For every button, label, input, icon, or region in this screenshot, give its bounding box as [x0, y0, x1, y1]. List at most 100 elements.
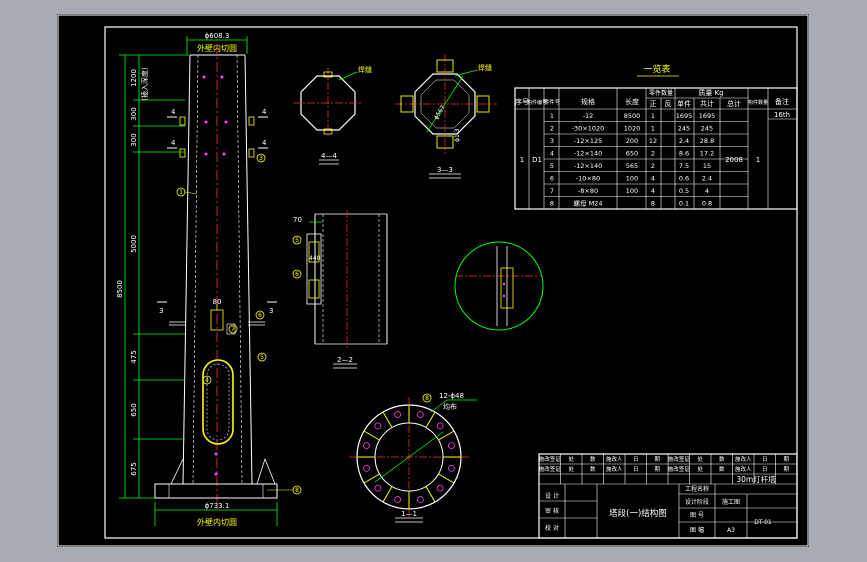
table-cell-no: 5	[550, 162, 554, 170]
table-cell-spec: -8×80	[578, 187, 598, 195]
drawing-title: 塔段(一)结构图	[609, 508, 667, 519]
rev-header-cell: 数	[590, 455, 596, 463]
th-total: 总计	[727, 99, 741, 108]
th-remark: 备注	[775, 97, 789, 106]
th-mass: 质量 Kg	[698, 88, 723, 97]
rev-header-cell: 日	[633, 466, 639, 473]
callout-4: 4	[205, 377, 209, 384]
table-cell-qty: 4	[651, 187, 655, 195]
th-subtotal: 共计	[700, 99, 714, 108]
parts-table-title: 一览表	[643, 63, 670, 75]
table-cell-qty: 12	[649, 137, 657, 145]
td-total: 2008	[725, 156, 743, 164]
table-cell-length: 8500	[624, 112, 641, 120]
base-plate	[154, 483, 278, 499]
flange-rib	[438, 473, 455, 484]
role-stage: 设计阶段	[685, 498, 709, 506]
rev-header-cell: 期	[654, 456, 660, 463]
bolt-hole	[416, 496, 424, 503]
detail-view	[454, 241, 544, 331]
table-cell-no: 8	[550, 200, 554, 208]
table-cell-length: 1020	[624, 125, 641, 133]
rev-header-cell: 施改签证	[539, 465, 562, 473]
table-cell-no: 4	[550, 150, 554, 158]
bolt-hole	[394, 411, 402, 418]
td-member-qty: 1	[756, 156, 760, 164]
section-mark-1: 4	[171, 108, 176, 116]
rev-header-cell: 施改签证	[668, 465, 691, 473]
bolt-hole	[394, 496, 402, 503]
table-cell-no: 1	[550, 112, 554, 120]
section-mark-2: 4	[262, 108, 267, 116]
callout-3: 3	[259, 155, 263, 162]
table-cell-unit: 0.6	[679, 175, 689, 183]
table-cell-spec: -12×140	[574, 150, 602, 158]
td-member-no: D1	[532, 156, 542, 164]
th-member-qty: 构件数量	[748, 99, 768, 106]
bottom-caption: 外壁内切圆	[197, 517, 237, 527]
table-cell-subtotal: 17.2	[700, 150, 714, 158]
table-cell-length: 100	[626, 187, 638, 195]
table-cell-no: 7	[550, 187, 554, 195]
rev-header-cell: 施改人	[735, 465, 752, 473]
dim-total-height: 8500	[116, 280, 124, 298]
bolt-hole	[448, 442, 455, 450]
table-cell-unit: 2.4	[679, 137, 689, 145]
dim-seg-5: 475	[130, 350, 138, 363]
table-cell-unit: 0.5	[679, 187, 689, 195]
table-cell-subtotal: 0.8	[702, 200, 712, 208]
section-2-2-width-dim: 70	[293, 216, 302, 224]
flange-rib	[438, 430, 455, 441]
table-cell-unit: 8.6	[679, 150, 689, 158]
flange-note-1: 12-ϕ48	[439, 392, 464, 400]
flange-callout: 8	[425, 395, 429, 402]
callout-7: 7	[231, 326, 235, 333]
role-drawing-no: 图 号	[690, 512, 704, 519]
callout-5: 5	[260, 354, 264, 361]
role-check: 校 对	[545, 524, 559, 532]
table-cell-no: 2	[550, 125, 554, 133]
rev-header-cell: 施改签证	[668, 455, 691, 463]
rev-header-cell: 期	[783, 466, 789, 473]
role-stage-value: 施工图	[722, 498, 740, 506]
rev-header-cell: 数	[719, 455, 725, 463]
th-spec: 规格	[581, 97, 595, 106]
rev-header-cell: 施改人	[606, 465, 623, 473]
table-cell-subtotal: 245	[701, 125, 713, 133]
table-cell-length: 650	[626, 150, 638, 158]
base-flange-plan: 8 12-ϕ48 均布 1—1	[349, 392, 477, 523]
flange-rib	[363, 473, 380, 484]
rev-header-cell: 期	[783, 456, 789, 463]
section-3-3-note: 焊缝	[478, 63, 492, 72]
section-2-2-callout-6: 6	[295, 271, 299, 278]
table-cell-qty: 1	[651, 112, 655, 120]
top-dim: ϕ608.3	[205, 32, 230, 40]
th-part-no: 零件号	[544, 98, 561, 106]
th-unit: 单件	[677, 99, 691, 108]
dim-seg-1: 1200	[130, 69, 138, 87]
table-cell-spec: -12	[583, 112, 594, 120]
table-cell-subtotal: 2.4	[702, 175, 712, 183]
cad-drawing: ϕ608.3 外壁内切圆 ϕ733.1 外壁内切圆 80 4 4 4 4 3 3…	[57, 14, 809, 547]
section-2-2-callout-5: 5	[295, 237, 299, 244]
flange-rib	[363, 430, 380, 441]
flange-rib	[425, 486, 436, 503]
table-cell-spec: 螺母 M24	[574, 199, 603, 208]
callout-8: 8	[295, 487, 299, 494]
flange-rib	[382, 411, 393, 428]
table-cell-spec: -12×125	[574, 137, 602, 145]
table-cell-qty: 1	[651, 125, 655, 133]
table-cell-spec: -10×80	[576, 175, 600, 183]
dim-seg-2: 300	[130, 107, 138, 120]
table-cell-subtotal: 4	[705, 187, 709, 195]
table-cell-subtotal: 1695	[699, 112, 716, 120]
door-dim: 80	[213, 298, 222, 306]
pole-elevation: ϕ608.3 外壁内切圆 ϕ733.1 外壁内切圆 80	[154, 32, 278, 527]
td-remark: 16th	[774, 111, 790, 119]
dim-seg-6: 650	[130, 403, 138, 416]
flange-rib	[425, 411, 436, 428]
section-2-2-height-dim: 440	[309, 255, 321, 262]
rev-header-cell: 期	[654, 466, 660, 473]
bolt-hole	[436, 422, 444, 430]
flange-label: 1—1	[401, 510, 417, 518]
